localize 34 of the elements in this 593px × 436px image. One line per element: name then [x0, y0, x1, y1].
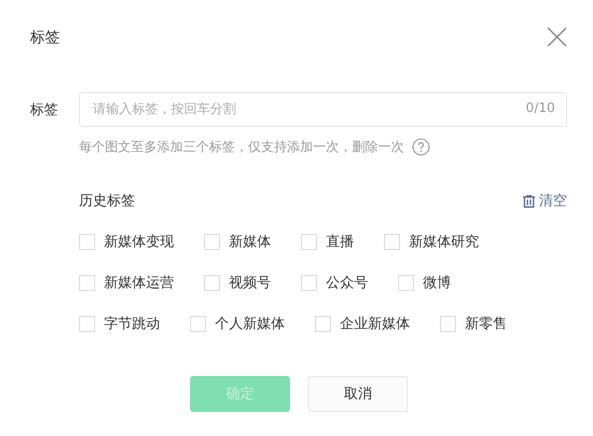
tag-label: 字节跳动: [104, 315, 160, 333]
tag-label: 微博: [423, 274, 451, 292]
checkbox[interactable]: [79, 275, 95, 291]
checkbox[interactable]: [440, 316, 456, 332]
checkbox[interactable]: [315, 316, 331, 332]
checkbox[interactable]: [190, 316, 206, 332]
checkbox[interactable]: [79, 234, 95, 250]
checkbox[interactable]: [204, 275, 220, 291]
tag-label: 新零售: [465, 315, 507, 333]
checkbox[interactable]: [301, 234, 317, 250]
help-icon[interactable]: [412, 138, 430, 156]
checkbox[interactable]: [204, 234, 220, 250]
cancel-button[interactable]: 取消: [308, 376, 408, 412]
checkbox[interactable]: [79, 316, 95, 332]
tag-label: 公众号: [326, 274, 368, 292]
tag-label: 新媒体运营: [104, 274, 174, 292]
clear-button[interactable]: 清空: [523, 192, 567, 210]
checkbox[interactable]: [398, 275, 414, 291]
tag-label: 视频号: [229, 274, 271, 292]
tag-label: 新媒体变现: [104, 233, 174, 251]
tag-label: 个人新媒体: [215, 315, 285, 333]
close-icon[interactable]: [547, 27, 567, 47]
hint-text: 每个图文至多添加三个标签，仅支持添加一次，删除一次: [79, 139, 404, 156]
character-counter: 0/10: [526, 101, 555, 116]
section-title: 历史标签: [79, 192, 135, 210]
checkbox[interactable]: [301, 275, 317, 291]
tag-label: 新媒体研究: [409, 233, 479, 251]
field-label: 标签: [30, 100, 59, 118]
trash-icon: [523, 194, 535, 208]
checkbox[interactable]: [384, 234, 400, 250]
tag-label: 直播: [326, 233, 354, 251]
dialog-title: 标签: [30, 28, 60, 46]
tag-label: 新媒体: [229, 233, 271, 251]
tag-label: 企业新媒体: [340, 315, 410, 333]
